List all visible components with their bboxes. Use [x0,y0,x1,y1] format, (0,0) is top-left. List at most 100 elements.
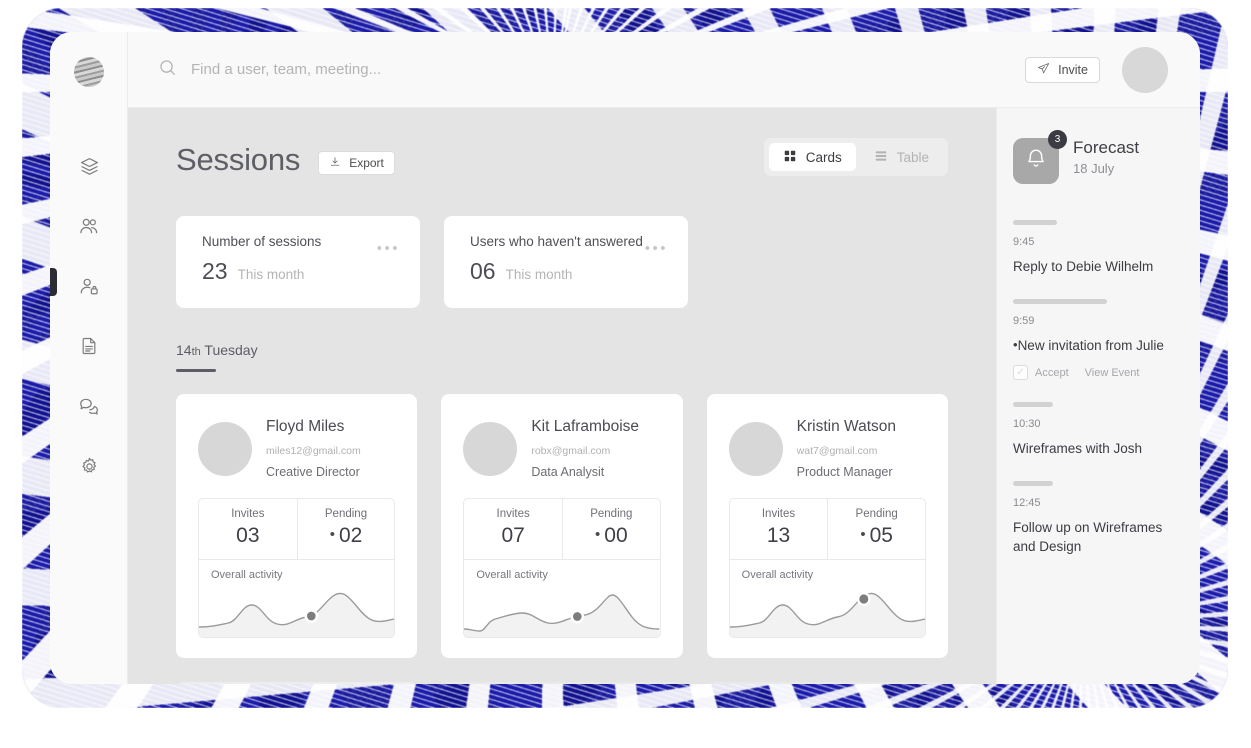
event-time: 9:45 [1013,236,1184,248]
frame-mask-right [1228,0,1251,748]
activity-label: Overall activity [730,569,925,581]
sparkline-chart [464,583,659,637]
avatar [463,422,517,476]
export-button[interactable]: Export [318,151,395,175]
invite-button[interactable]: Invite [1025,57,1100,83]
top-bar: Invite [128,32,1200,108]
accept-checkbox[interactable]: ✓ Accept [1013,365,1069,380]
person-card[interactable]: Kristin Watson wat7@gmail.com Product Ma… [707,394,948,658]
sidebar-item-messages[interactable] [73,390,105,422]
gear-icon [79,456,100,477]
event-time: 12:45 [1013,497,1184,509]
person-card-grid: Floyd Miles miles12@gmail.com Creative D… [176,394,948,658]
event-actions: ✓ Accept View Event [1013,365,1184,380]
forecast-panel: 3 Forecast 18 July 9:45 Reply to Debie W… [996,108,1200,684]
forecast-header: 3 Forecast 18 July [1013,138,1184,184]
sparkline-chart [730,583,925,637]
person-name: Floyd Miles [266,418,361,436]
frame-mask-left [0,0,22,748]
stat-label: Users who haven't answered [470,234,670,249]
view-event-link[interactable]: View Event [1085,367,1140,379]
activity-sparkline: Overall activity [199,559,394,637]
person-card-placeholder[interactable] [707,682,948,684]
sparkline-chart [199,583,394,637]
stat-card: Number of sessions ••• 23 This month [176,216,420,308]
stat-value: 06 [470,258,496,285]
metric-value: 02 [339,524,362,547]
timeline-bar [1013,402,1053,407]
accept-label: Accept [1035,367,1069,379]
metric-value: 05 [870,524,893,547]
stat-sublabel: This month [506,267,573,282]
event-title-row[interactable]: •New invitation from Julie [1013,336,1184,356]
date-day: 14 [176,342,192,358]
person-role: Creative Director [266,465,361,479]
person-card[interactable]: Floyd Miles miles12@gmail.com Creative D… [176,394,417,658]
date-ordinal: th [192,346,201,358]
timeline-item: 9:59 •New invitation from Julie ✓ Accept… [1013,299,1184,381]
person-metrics: Invites 13 Pending • 05 [729,498,926,638]
more-dots-icon[interactable]: ••• [645,240,668,257]
stat-value: 23 [202,258,228,285]
sidebar-item-user-settings[interactable] [73,270,105,302]
stat-card: Users who haven't answered ••• 06 This m… [444,216,688,308]
person-email: robx@gmail.com [531,445,639,457]
metric-label: Pending [563,508,660,520]
stat-cards: Number of sessions ••• 23 This month Use… [176,216,948,308]
document-icon [79,336,99,356]
person-card[interactable]: Kit Laframboise robx@gmail.com Data Anal… [441,394,682,658]
event-title[interactable]: Wireframes with Josh [1013,439,1184,459]
person-email: wat7@gmail.com [797,445,896,457]
event-title: New invitation from Julie [1018,338,1164,353]
more-dots-icon[interactable]: ••• [377,240,400,257]
metric-invites: Invites 13 [730,499,828,559]
export-label: Export [349,156,384,170]
next-card-row [176,682,948,684]
stat-label: Number of sessions [202,234,402,249]
avatar [729,422,783,476]
search-icon [158,58,177,82]
pending-bullet-icon: • [860,526,865,543]
planet-logo-icon[interactable] [74,57,104,87]
stat-sublabel: This month [238,267,305,282]
frame-mask-bottom [0,708,1251,748]
download-icon [329,156,341,171]
person-card-placeholder[interactable] [441,682,682,684]
grid-icon [783,149,797,166]
avatar[interactable] [1122,47,1168,93]
search-input[interactable] [191,61,571,78]
sidebar-item-documents[interactable] [73,330,105,362]
forecast-title: Forecast [1073,138,1139,158]
metric-label: Pending [828,508,925,520]
view-toggle-cards[interactable]: Cards [769,143,856,171]
view-toggle-table-label: Table [897,150,929,165]
sidebar-item-users[interactable] [73,210,105,242]
event-timeline: 9:45 Reply to Debie Wilhelm 9:59 •New in… [1013,220,1184,557]
metric-label: Invites [199,508,297,520]
app-window: Invite Sessions [50,32,1200,684]
search-bar[interactable] [158,58,1025,82]
timeline-item: 12:45 Follow up on Wireframes and Design [1013,481,1184,557]
view-toggle-table[interactable]: Table [860,143,943,171]
view-toggle: Cards Table [764,138,948,176]
check-icon: ✓ [1013,365,1028,380]
view-toggle-cards-label: Cards [806,150,842,165]
sidebar-item-layers[interactable] [73,150,105,182]
invite-label: Invite [1058,63,1088,77]
user-settings-icon [78,275,100,297]
bell-icon [1024,147,1048,176]
notifications-button[interactable]: 3 [1013,138,1059,184]
sidebar-item-settings[interactable] [73,450,105,482]
event-title[interactable]: Follow up on Wireframes and Design [1013,518,1184,557]
page-title: Sessions [176,142,300,178]
metric-value: 13 [730,524,828,548]
person-role: Product Manager [797,465,896,479]
person-card-placeholder[interactable] [176,682,417,684]
forecast-date: 18 July [1073,161,1139,176]
event-title[interactable]: Reply to Debie Wilhelm [1013,257,1184,277]
pending-bullet-icon: • [595,526,600,543]
activity-sparkline: Overall activity [464,559,659,637]
metric-invites: Invites 07 [464,499,562,559]
paper-plane-icon [1037,62,1050,78]
metric-pending: Pending •02 [297,499,395,559]
